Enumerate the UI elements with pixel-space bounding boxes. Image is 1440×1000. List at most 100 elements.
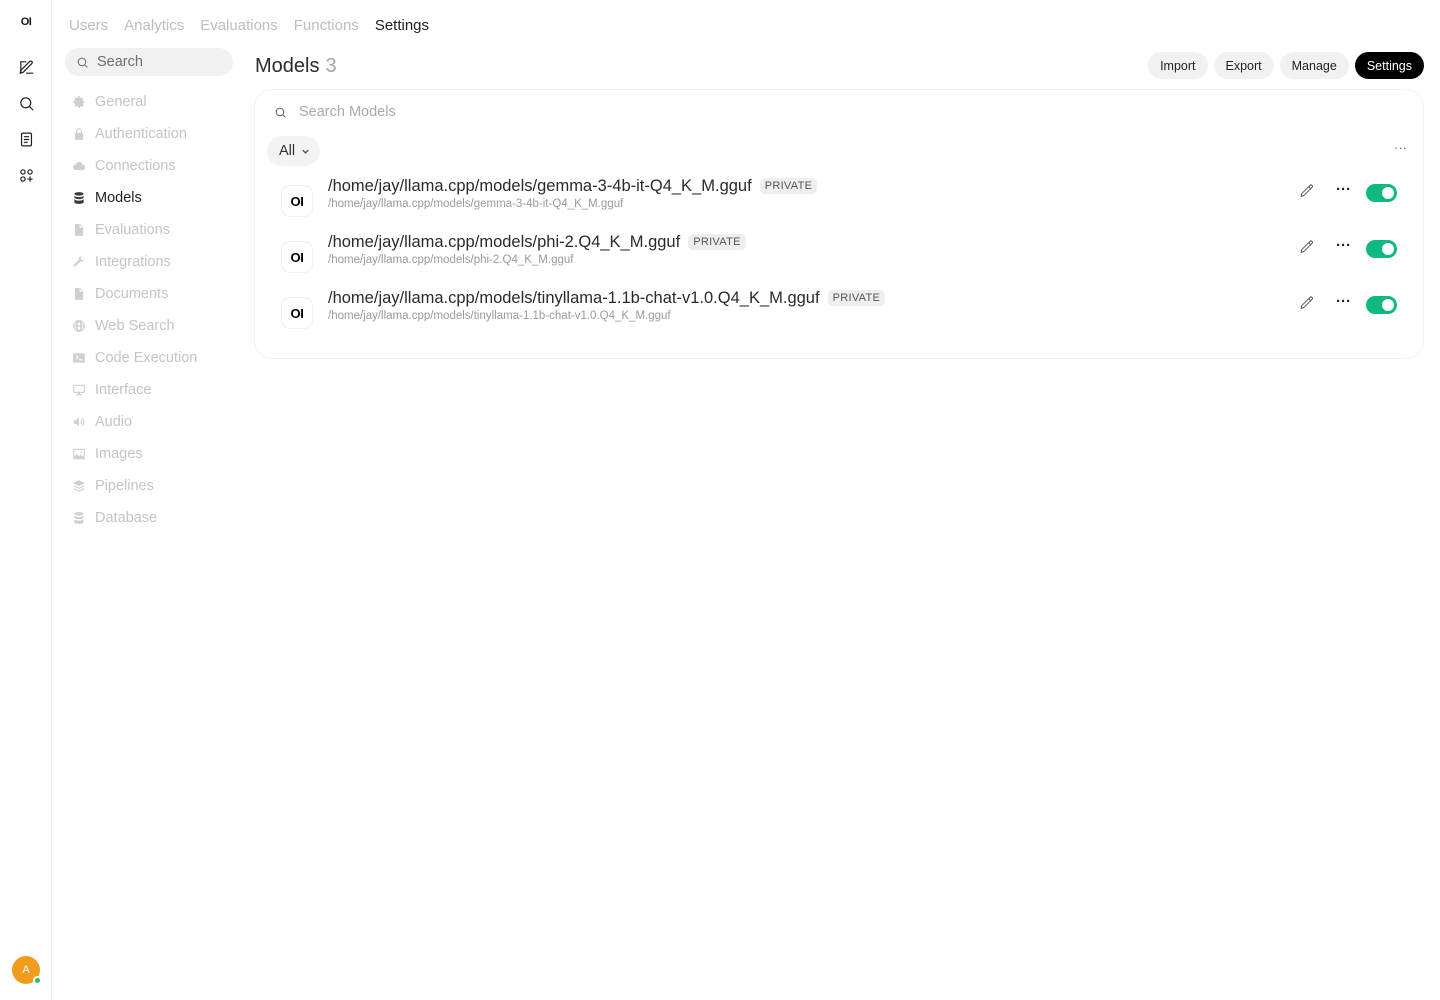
model-more-button[interactable]: ··· (1336, 293, 1351, 310)
model-logo: OI (282, 186, 312, 216)
tab-users[interactable]: Users (69, 16, 108, 36)
edit-model-button[interactable] (1299, 183, 1317, 201)
sidebar-item-label: Connections (95, 158, 176, 174)
model-row: OI /home/jay/llama.cpp/models/phi-2.Q4_K… (255, 233, 1423, 291)
pencil-icon (1300, 240, 1313, 253)
search-models-placeholder: Search Models (299, 104, 396, 120)
edit-model-button[interactable] (1299, 239, 1317, 257)
sidebar-item-label: General (95, 94, 147, 110)
model-enabled-toggle[interactable] (1366, 240, 1397, 258)
user-avatar[interactable]: A (12, 956, 42, 985)
sidebar-item-interface[interactable]: Interface (72, 374, 232, 406)
model-logo: OI (282, 298, 312, 328)
model-filter-select[interactable]: All (267, 136, 321, 166)
pencil-icon (1300, 296, 1313, 309)
sidebar-item-code-execution[interactable]: Code Execution (72, 342, 232, 374)
lock-icon (72, 127, 86, 141)
sidebar-item-label: Models (95, 190, 142, 206)
model-row: OI /home/jay/llama.cpp/models/tinyllama-… (255, 289, 1423, 347)
manage-button[interactable]: Manage (1279, 52, 1349, 79)
search-icon (77, 57, 88, 68)
model-name-link[interactable]: /home/jay/llama.cpp/models/tinyllama-1.1… (328, 287, 886, 309)
sidebar-item-images[interactable]: Images (72, 438, 232, 470)
sidebar-item-integrations[interactable]: Integrations (72, 246, 232, 278)
model-enabled-toggle[interactable] (1366, 296, 1397, 314)
sidebar-item-authentication[interactable]: Authentication (72, 118, 232, 150)
card-more-menu[interactable]: ··· (1394, 140, 1407, 155)
model-logo: OI (282, 242, 312, 272)
sidebar-item-label: Web Search (95, 318, 175, 334)
sidebar-item-general[interactable]: General (72, 86, 232, 118)
settings-button[interactable]: Settings (1354, 52, 1424, 79)
sidebar-item-audio[interactable]: Audio (72, 406, 232, 438)
models-list: OI /home/jay/llama.cpp/models/gemma-3-4b… (255, 177, 1423, 347)
sidebar-item-evaluations[interactable]: Evaluations (72, 214, 232, 246)
online-status-dot (33, 976, 42, 985)
layers-icon (72, 479, 86, 493)
tab-analytics[interactable]: Analytics (124, 16, 184, 36)
search-models-input[interactable]: Search Models (274, 104, 396, 120)
sidebar-item-pipelines[interactable]: Pipelines (72, 470, 232, 502)
sidebar-item-label: Interface (95, 382, 152, 398)
settings-search-placeholder: Search (97, 54, 143, 70)
sidebar-item-label: Database (95, 510, 158, 526)
export-button[interactable]: Export (1213, 52, 1274, 79)
private-badge: PRIVATE (688, 234, 746, 250)
sidebar-item-label: Documents (95, 286, 169, 302)
admin-tabs: Users Analytics Evaluations Functions Se… (69, 16, 429, 36)
tab-settings[interactable]: Settings (375, 16, 429, 36)
model-path: /home/jay/llama.cpp/models/tinyllama-1.1… (328, 310, 671, 322)
edit-model-button[interactable] (1299, 295, 1317, 313)
new-chat-icon[interactable] (14, 55, 38, 79)
database-icon (72, 511, 86, 525)
workspace-icon[interactable] (14, 163, 38, 187)
filter-value: All (279, 143, 296, 159)
sidebar-item-label: Integrations (95, 254, 171, 270)
model-name: /home/jay/llama.cpp/models/gemma-3-4b-it… (328, 177, 752, 195)
models-card: Search Models All ··· OI /home/jay/llama… (254, 89, 1424, 359)
avatar-initial: A (22, 964, 30, 976)
notes-icon[interactable] (14, 127, 38, 151)
page-title-text: Models (255, 55, 320, 77)
sidebar-item-web-search[interactable]: Web Search (72, 310, 232, 342)
tab-evaluations[interactable]: Evaluations (200, 16, 278, 36)
sidebar-item-label: Audio (95, 414, 133, 430)
model-name-link[interactable]: /home/jay/llama.cpp/models/phi-2.Q4_K_M.… (328, 231, 746, 253)
terminal-icon (72, 351, 86, 365)
model-name-link[interactable]: /home/jay/llama.cpp/models/gemma-3-4b-it… (328, 175, 818, 197)
left-rail: OI A (0, 0, 52, 1000)
document-icon (72, 287, 86, 301)
import-button[interactable]: Import (1148, 52, 1208, 79)
sidebar-item-database[interactable]: Database (72, 502, 232, 534)
cloud-icon (72, 159, 86, 173)
sidebar-item-label: Code Execution (95, 350, 198, 366)
sidebar-item-label: Evaluations (95, 222, 170, 238)
model-more-button[interactable]: ··· (1336, 181, 1351, 198)
sidebar-item-label: Pipelines (95, 478, 154, 494)
sidebar-item-connections[interactable]: Connections (72, 150, 232, 182)
sidebar-item-label: Images (95, 446, 143, 462)
model-path: /home/jay/llama.cpp/models/gemma-3-4b-it… (328, 198, 624, 210)
search-icon[interactable] (14, 91, 38, 115)
database-icon (72, 191, 86, 205)
gear-icon (72, 95, 86, 109)
sidebar-item-models[interactable]: Models (72, 182, 232, 214)
model-more-button[interactable]: ··· (1336, 237, 1351, 254)
globe-icon (72, 319, 86, 333)
document-icon (72, 223, 86, 237)
sidebar-item-label: Authentication (95, 126, 187, 142)
speaker-icon (72, 415, 86, 429)
settings-search-input[interactable]: Search (65, 48, 233, 76)
tab-functions[interactable]: Functions (294, 16, 359, 36)
search-icon (275, 107, 286, 118)
chevron-down-icon (302, 149, 309, 154)
app-logo[interactable]: OI (0, 16, 52, 28)
page-title: Models 3 (255, 54, 337, 78)
wrench-icon (72, 255, 86, 269)
model-enabled-toggle[interactable] (1366, 184, 1397, 202)
private-badge: PRIVATE (759, 178, 818, 194)
sidebar-item-documents[interactable]: Documents (72, 278, 232, 310)
private-badge: PRIVATE (827, 290, 886, 306)
model-row: OI /home/jay/llama.cpp/models/gemma-3-4b… (255, 177, 1423, 235)
image-icon (72, 447, 86, 461)
